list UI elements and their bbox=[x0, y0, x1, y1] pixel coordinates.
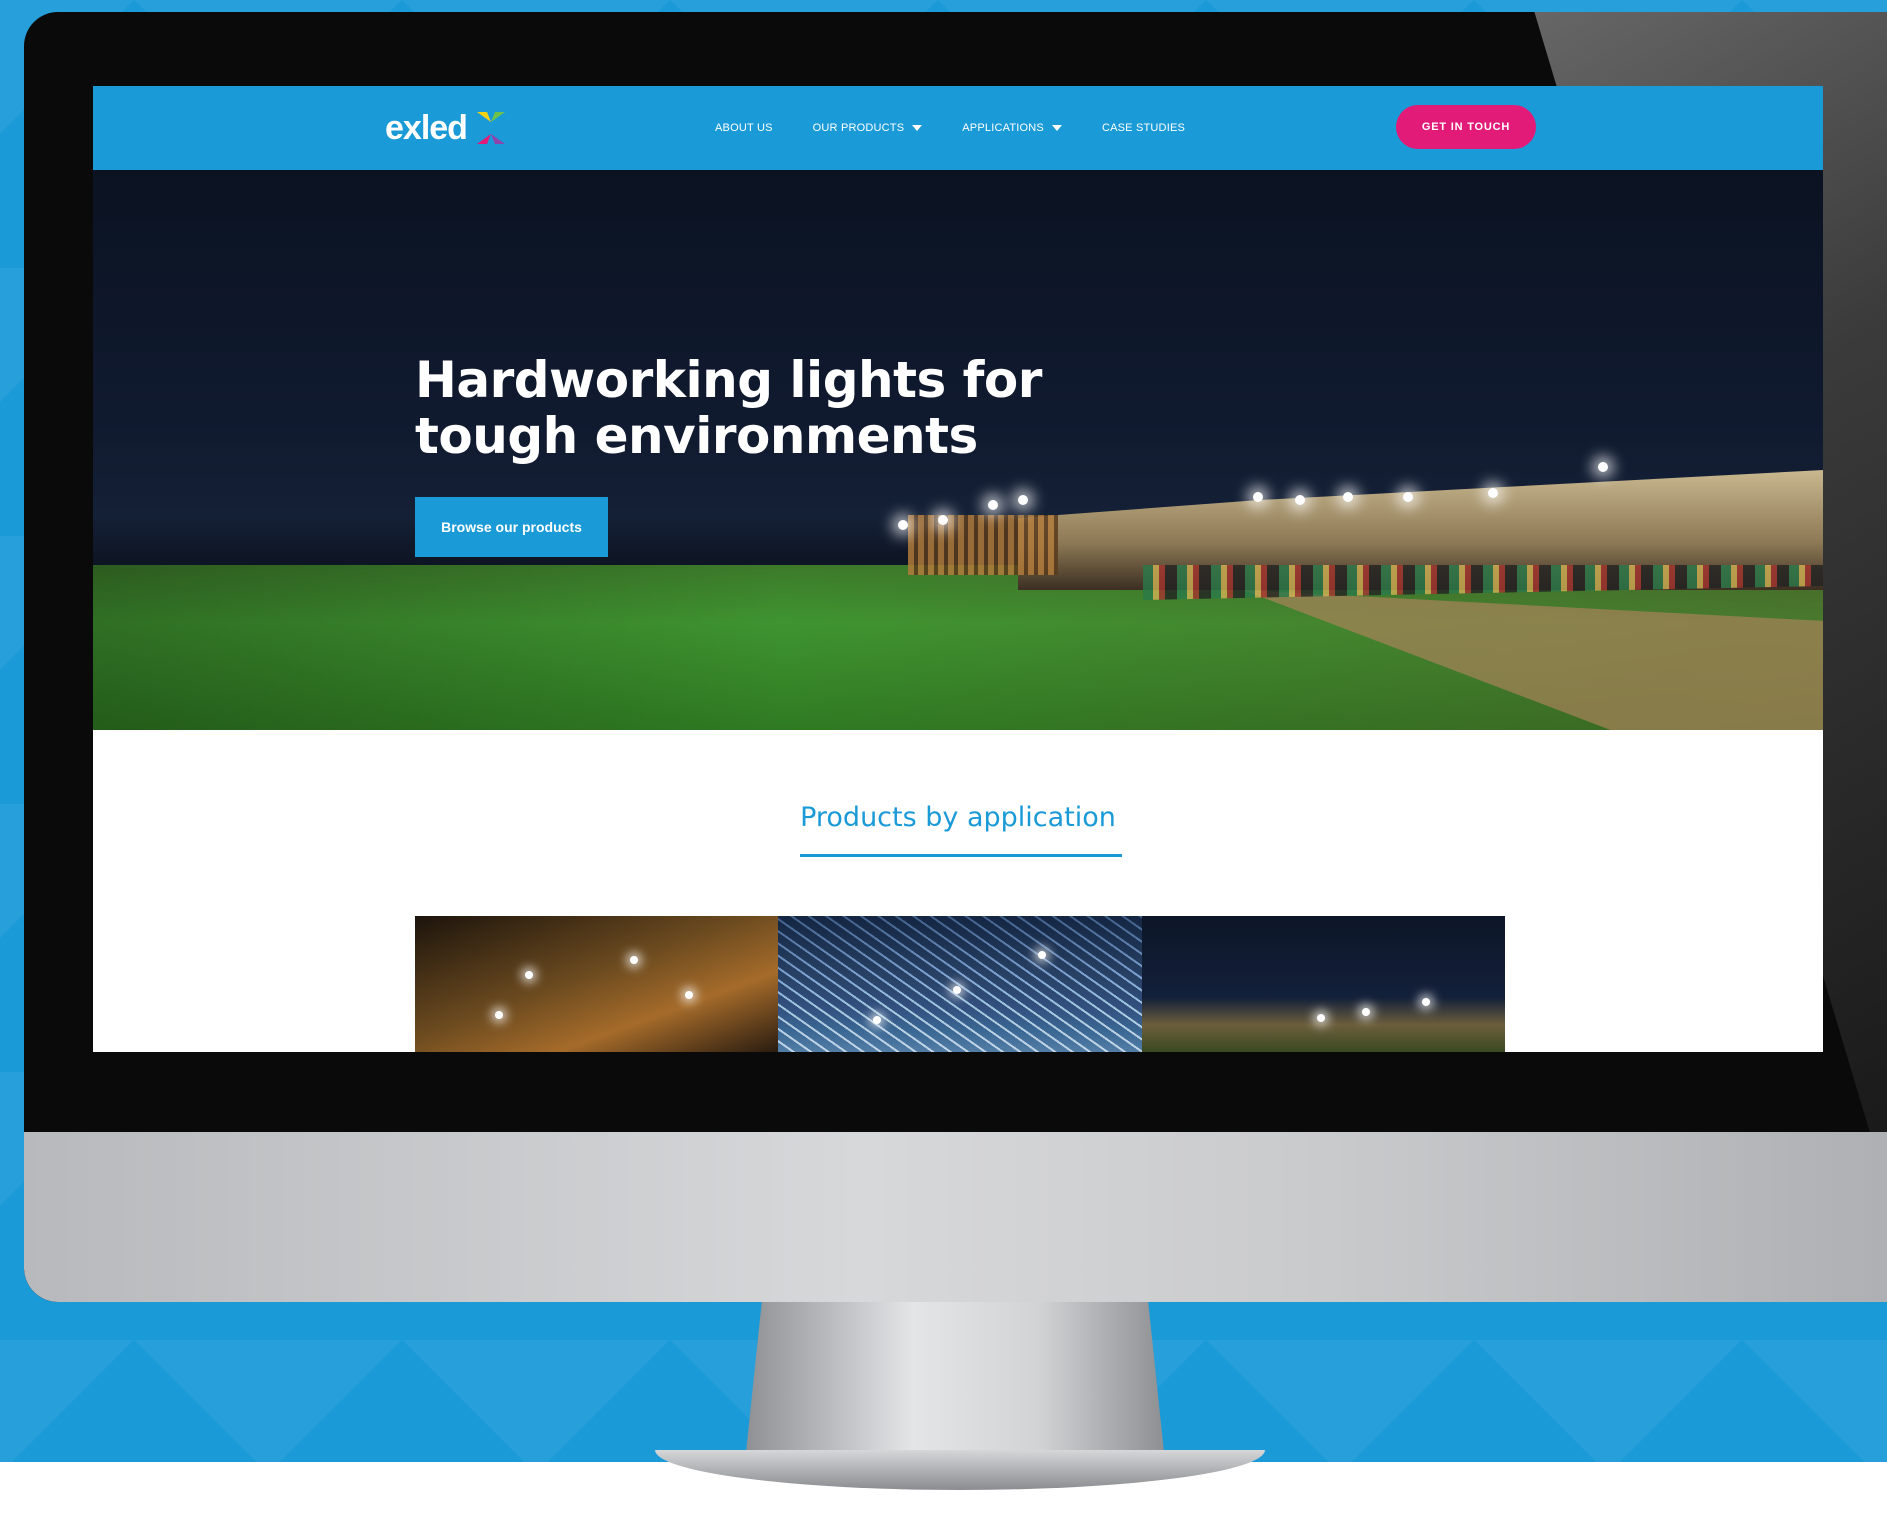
exled-x-logo-icon bbox=[476, 112, 505, 144]
hero-title-line: tough environments bbox=[415, 407, 978, 465]
tile-light bbox=[630, 956, 638, 964]
chevron-down-icon bbox=[912, 125, 923, 131]
floodlight bbox=[1488, 488, 1498, 498]
floodlight bbox=[1295, 495, 1305, 505]
floodlight bbox=[988, 500, 998, 510]
tile-light bbox=[1421, 998, 1430, 1006]
clubhouse bbox=[908, 515, 1058, 575]
floodlight bbox=[1403, 492, 1413, 502]
chevron-down-icon bbox=[1051, 125, 1062, 131]
floodlight bbox=[1018, 495, 1028, 505]
nav-label: ABOUT US bbox=[715, 122, 773, 134]
application-tiles bbox=[415, 916, 1505, 1052]
application-tile[interactable] bbox=[1141, 916, 1505, 1052]
nav-label: OUR PRODUCTS bbox=[812, 122, 905, 134]
site-header: exled ABOUT US OUR PRODUCTS APPLICATIONS bbox=[93, 86, 1823, 170]
section-divider bbox=[800, 854, 1122, 857]
nav-about-us[interactable]: ABOUT US bbox=[715, 122, 773, 134]
floodlight bbox=[1343, 492, 1353, 502]
nav-label: APPLICATIONS bbox=[962, 122, 1044, 134]
website-screen: exled ABOUT US OUR PRODUCTS APPLICATIONS bbox=[93, 86, 1823, 1052]
nav-case-studies[interactable]: CASE STUDIES bbox=[1102, 122, 1185, 134]
hero-title-line: Hardworking lights for bbox=[415, 351, 1042, 409]
hero-title: Hardworking lights for tough environment… bbox=[415, 352, 1115, 464]
get-in-touch-button[interactable]: GET IN TOUCH bbox=[1396, 105, 1536, 149]
tile-light bbox=[873, 1016, 882, 1024]
monitor-chin bbox=[24, 1132, 1887, 1302]
nav-our-products[interactable]: OUR PRODUCTS bbox=[813, 122, 923, 134]
tile-light bbox=[525, 971, 533, 979]
monitor-stand bbox=[745, 1302, 1165, 1462]
application-tile[interactable] bbox=[778, 916, 1142, 1052]
site-logo[interactable]: exled bbox=[385, 106, 509, 150]
section-heading: Products by application bbox=[800, 802, 1116, 833]
tile-light bbox=[685, 991, 693, 999]
tile-light bbox=[1038, 951, 1047, 959]
logo-text: exled bbox=[385, 108, 468, 147]
tile-light bbox=[1361, 1008, 1370, 1016]
floodlight bbox=[938, 515, 948, 525]
main-nav: ABOUT US OUR PRODUCTS APPLICATIONS CASE … bbox=[715, 86, 1185, 170]
hero-banner: Hardworking lights for tough environment… bbox=[93, 170, 1823, 730]
tile-light bbox=[495, 1011, 503, 1019]
floodlight bbox=[1253, 492, 1263, 502]
floodlight bbox=[1598, 462, 1608, 472]
nav-label: CASE STUDIES bbox=[1101, 122, 1186, 134]
nav-applications[interactable]: APPLICATIONS bbox=[962, 122, 1062, 134]
tile-light bbox=[1316, 1014, 1325, 1022]
tile-light bbox=[953, 986, 962, 994]
application-tile[interactable] bbox=[415, 916, 779, 1052]
browse-products-button[interactable]: Browse our products bbox=[415, 497, 608, 557]
floodlight bbox=[898, 520, 908, 530]
